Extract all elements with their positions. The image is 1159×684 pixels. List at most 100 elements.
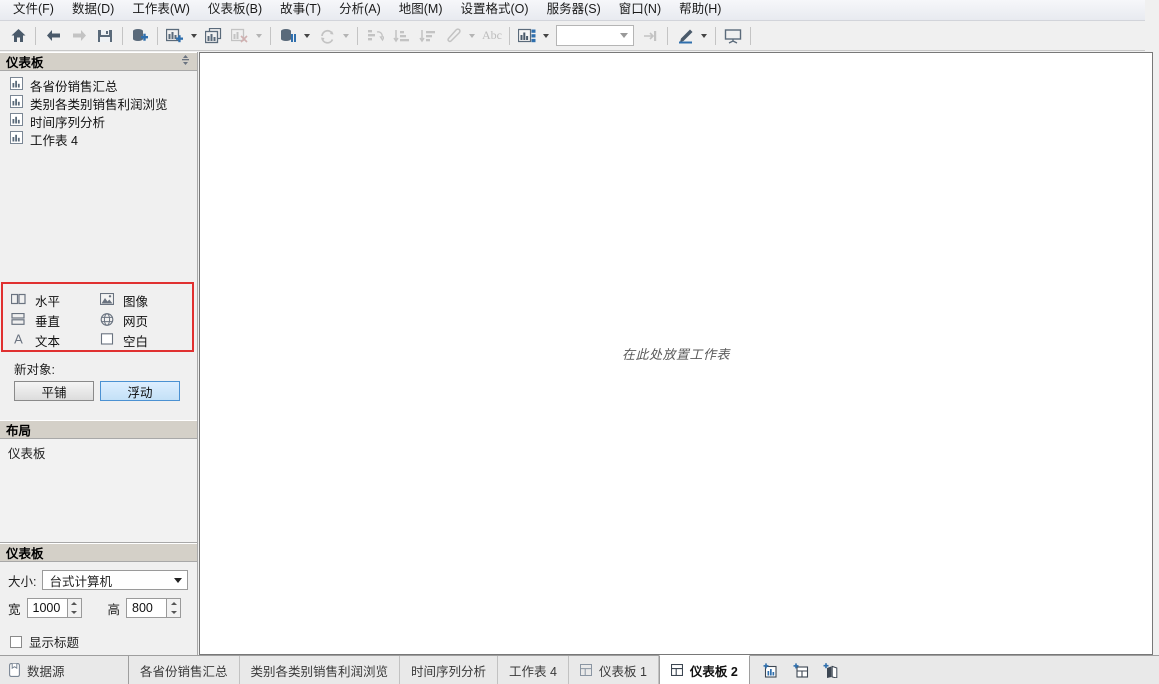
show-me-icon[interactable] (515, 24, 539, 48)
swap-rows-columns-icon (363, 24, 387, 48)
new-worksheet-icon[interactable] (758, 658, 784, 682)
new-sheet-buttons (750, 656, 846, 684)
toolbar-separator (750, 26, 751, 45)
size-select[interactable]: 台式计算机 (42, 570, 189, 590)
menu-bar: 文件(F) 数据(D) 工作表(W) 仪表板(B) 故事(T) 分析(A) 地图… (0, 0, 1159, 21)
tab-sheet-4[interactable]: 工作表 4 (498, 656, 569, 684)
height-increment-button[interactable] (167, 599, 180, 608)
new-story-icon[interactable] (818, 658, 844, 682)
menu-item-file[interactable]: 文件(F) (4, 0, 63, 20)
new-data-source-icon[interactable] (128, 24, 152, 48)
sheet-item-2[interactable]: 类别各类别销售利润浏览 (0, 94, 197, 112)
height-input[interactable]: 800 (126, 598, 167, 618)
object-blank[interactable]: 空白 (100, 330, 148, 350)
tab-dashboard-1[interactable]: 仪表板 1 (568, 656, 659, 684)
object-image[interactable]: 图像 (99, 291, 149, 311)
sheet-label: 工作表 4 (30, 133, 78, 148)
highlight-icon (441, 24, 465, 48)
size-panel-body: 大小: 台式计算机 宽 1000 高 800 显示标题 (0, 562, 197, 655)
fit-dropdown[interactable] (556, 25, 634, 46)
menu-item-map[interactable]: 地图(M) (390, 0, 452, 20)
object-horizontal[interactable]: 水平 (10, 291, 61, 311)
tab-dashboard-2[interactable]: 仪表板 2 (658, 655, 750, 684)
object-webpage[interactable]: 网页 (100, 311, 148, 331)
worksheet-icon (10, 113, 23, 129)
menu-item-dashboard[interactable]: 仪表板(B) (199, 0, 271, 20)
objects-column-right: 图像 网页 空白 (99, 291, 149, 350)
object-label: 水平 (35, 295, 61, 310)
toolbar: Abc (0, 21, 1159, 51)
dashboard-canvas[interactable]: 在此处放置工作表 (200, 53, 1152, 654)
new-worksheet-dropdown-chevron-down-icon[interactable] (188, 24, 199, 48)
forward-arrow-icon[interactable] (67, 24, 91, 48)
layout-tree-item-dashboard[interactable]: 仪表板 (0, 439, 197, 462)
object-vertical[interactable]: 垂直 (11, 311, 60, 331)
pause-updates-icon[interactable] (276, 24, 300, 48)
menu-item-analysis[interactable]: 分析(A) (330, 0, 390, 20)
tab-sheet-2[interactable]: 类别各类别销售利润浏览 (239, 656, 401, 684)
toolbar-separator (509, 26, 510, 45)
tab-sheet-1[interactable]: 各省份销售汇总 (129, 656, 240, 684)
menu-item-server[interactable]: 服务器(S) (538, 0, 610, 20)
drop-worksheet-hint: 在此处放置工作表 (621, 347, 730, 362)
format-dropdown-chevron-down-icon[interactable] (698, 24, 709, 48)
height-spin-buttons (166, 598, 182, 618)
layout-panel-title: 布局 (6, 424, 32, 438)
new-dashboard-icon[interactable] (788, 658, 814, 682)
save-icon[interactable] (93, 24, 117, 48)
height-stepper[interactable]: 800 (126, 598, 182, 618)
menu-item-story[interactable]: 故事(T) (271, 0, 330, 20)
sort-ascending-icon (389, 24, 413, 48)
tab-label: 类别各类别销售利润浏览 (250, 664, 389, 679)
sort-updown-icon[interactable] (180, 54, 191, 69)
height-decrement-button[interactable] (167, 608, 180, 617)
sheet-item-4[interactable]: 工作表 4 (0, 130, 197, 148)
sheet-item-3[interactable]: 时间序列分析 (0, 112, 197, 130)
menu-item-format[interactable]: 设置格式(O) (452, 0, 538, 20)
tab-datasource[interactable]: 数据源 (0, 656, 129, 684)
objects-palette: 水平 垂直 A 文本 图像 网页 空白 (1, 282, 194, 352)
tab-sheet-3[interactable]: 时间序列分析 (400, 656, 499, 684)
object-label: 图像 (123, 295, 149, 310)
show-title-checkbox[interactable] (10, 635, 22, 648)
menu-item-help[interactable]: 帮助(H) (670, 0, 730, 20)
back-arrow-icon[interactable] (41, 24, 65, 48)
show-me-dropdown-chevron-down-icon[interactable] (540, 24, 551, 48)
object-label: 垂直 (35, 315, 61, 329)
worksheet-icon (10, 77, 23, 93)
presentation-mode-icon[interactable] (721, 24, 745, 48)
toolbar-separator (715, 26, 716, 45)
format-icon[interactable] (673, 24, 697, 48)
object-text[interactable]: A 文本 (11, 330, 60, 350)
width-input[interactable]: 1000 (26, 598, 67, 618)
tab-label: 各省份销售汇总 (140, 664, 228, 679)
home-icon[interactable] (6, 24, 30, 48)
menu-item-data[interactable]: 数据(D) (63, 0, 123, 20)
vertical-scrollbar[interactable] (1145, 0, 1159, 52)
tab-label: 仪表板 2 (689, 664, 738, 679)
refresh-dropdown-chevron-down-icon (340, 24, 351, 48)
new-worksheet-icon[interactable] (163, 24, 187, 48)
tiled-button[interactable]: 平铺 (14, 381, 94, 401)
new-object-buttons: 平铺 浮动 (0, 381, 197, 401)
layout-panel-header: 布局 (0, 420, 197, 439)
menu-item-worksheet[interactable]: 工作表(W) (123, 0, 199, 20)
pause-updates-dropdown-chevron-down-icon[interactable] (301, 24, 312, 48)
width-stepper[interactable]: 1000 (26, 598, 82, 618)
dimensions-row: 宽 1000 高 800 (0, 590, 197, 618)
tableau-dashboard-window: 文件(F) 数据(D) 工作表(W) 仪表板(B) 故事(T) 分析(A) 地图… (0, 0, 1159, 684)
duplicate-sheet-icon[interactable] (202, 24, 226, 48)
floating-button[interactable]: 浮动 (100, 381, 180, 401)
width-increment-button[interactable] (68, 599, 81, 608)
bottom-tab-bar: 数据源 各省份销售汇总 类别各类别销售利润浏览 时间序列分析 工作表 4 仪表板… (0, 655, 1159, 684)
tab-label: 工作表 4 (509, 664, 557, 679)
refresh-data-icon (315, 24, 339, 48)
object-label: 网页 (123, 315, 149, 329)
show-title-row[interactable]: 显示标题 (0, 618, 197, 651)
sort-descending-icon (415, 24, 439, 48)
dashboard-panel-title: 仪表板 (6, 56, 44, 70)
menu-item-window[interactable]: 窗口(N) (610, 0, 670, 20)
width-decrement-button[interactable] (68, 608, 81, 617)
toolbar-separator (122, 26, 123, 45)
sheet-item-1[interactable]: 各省份销售汇总 (0, 76, 197, 94)
